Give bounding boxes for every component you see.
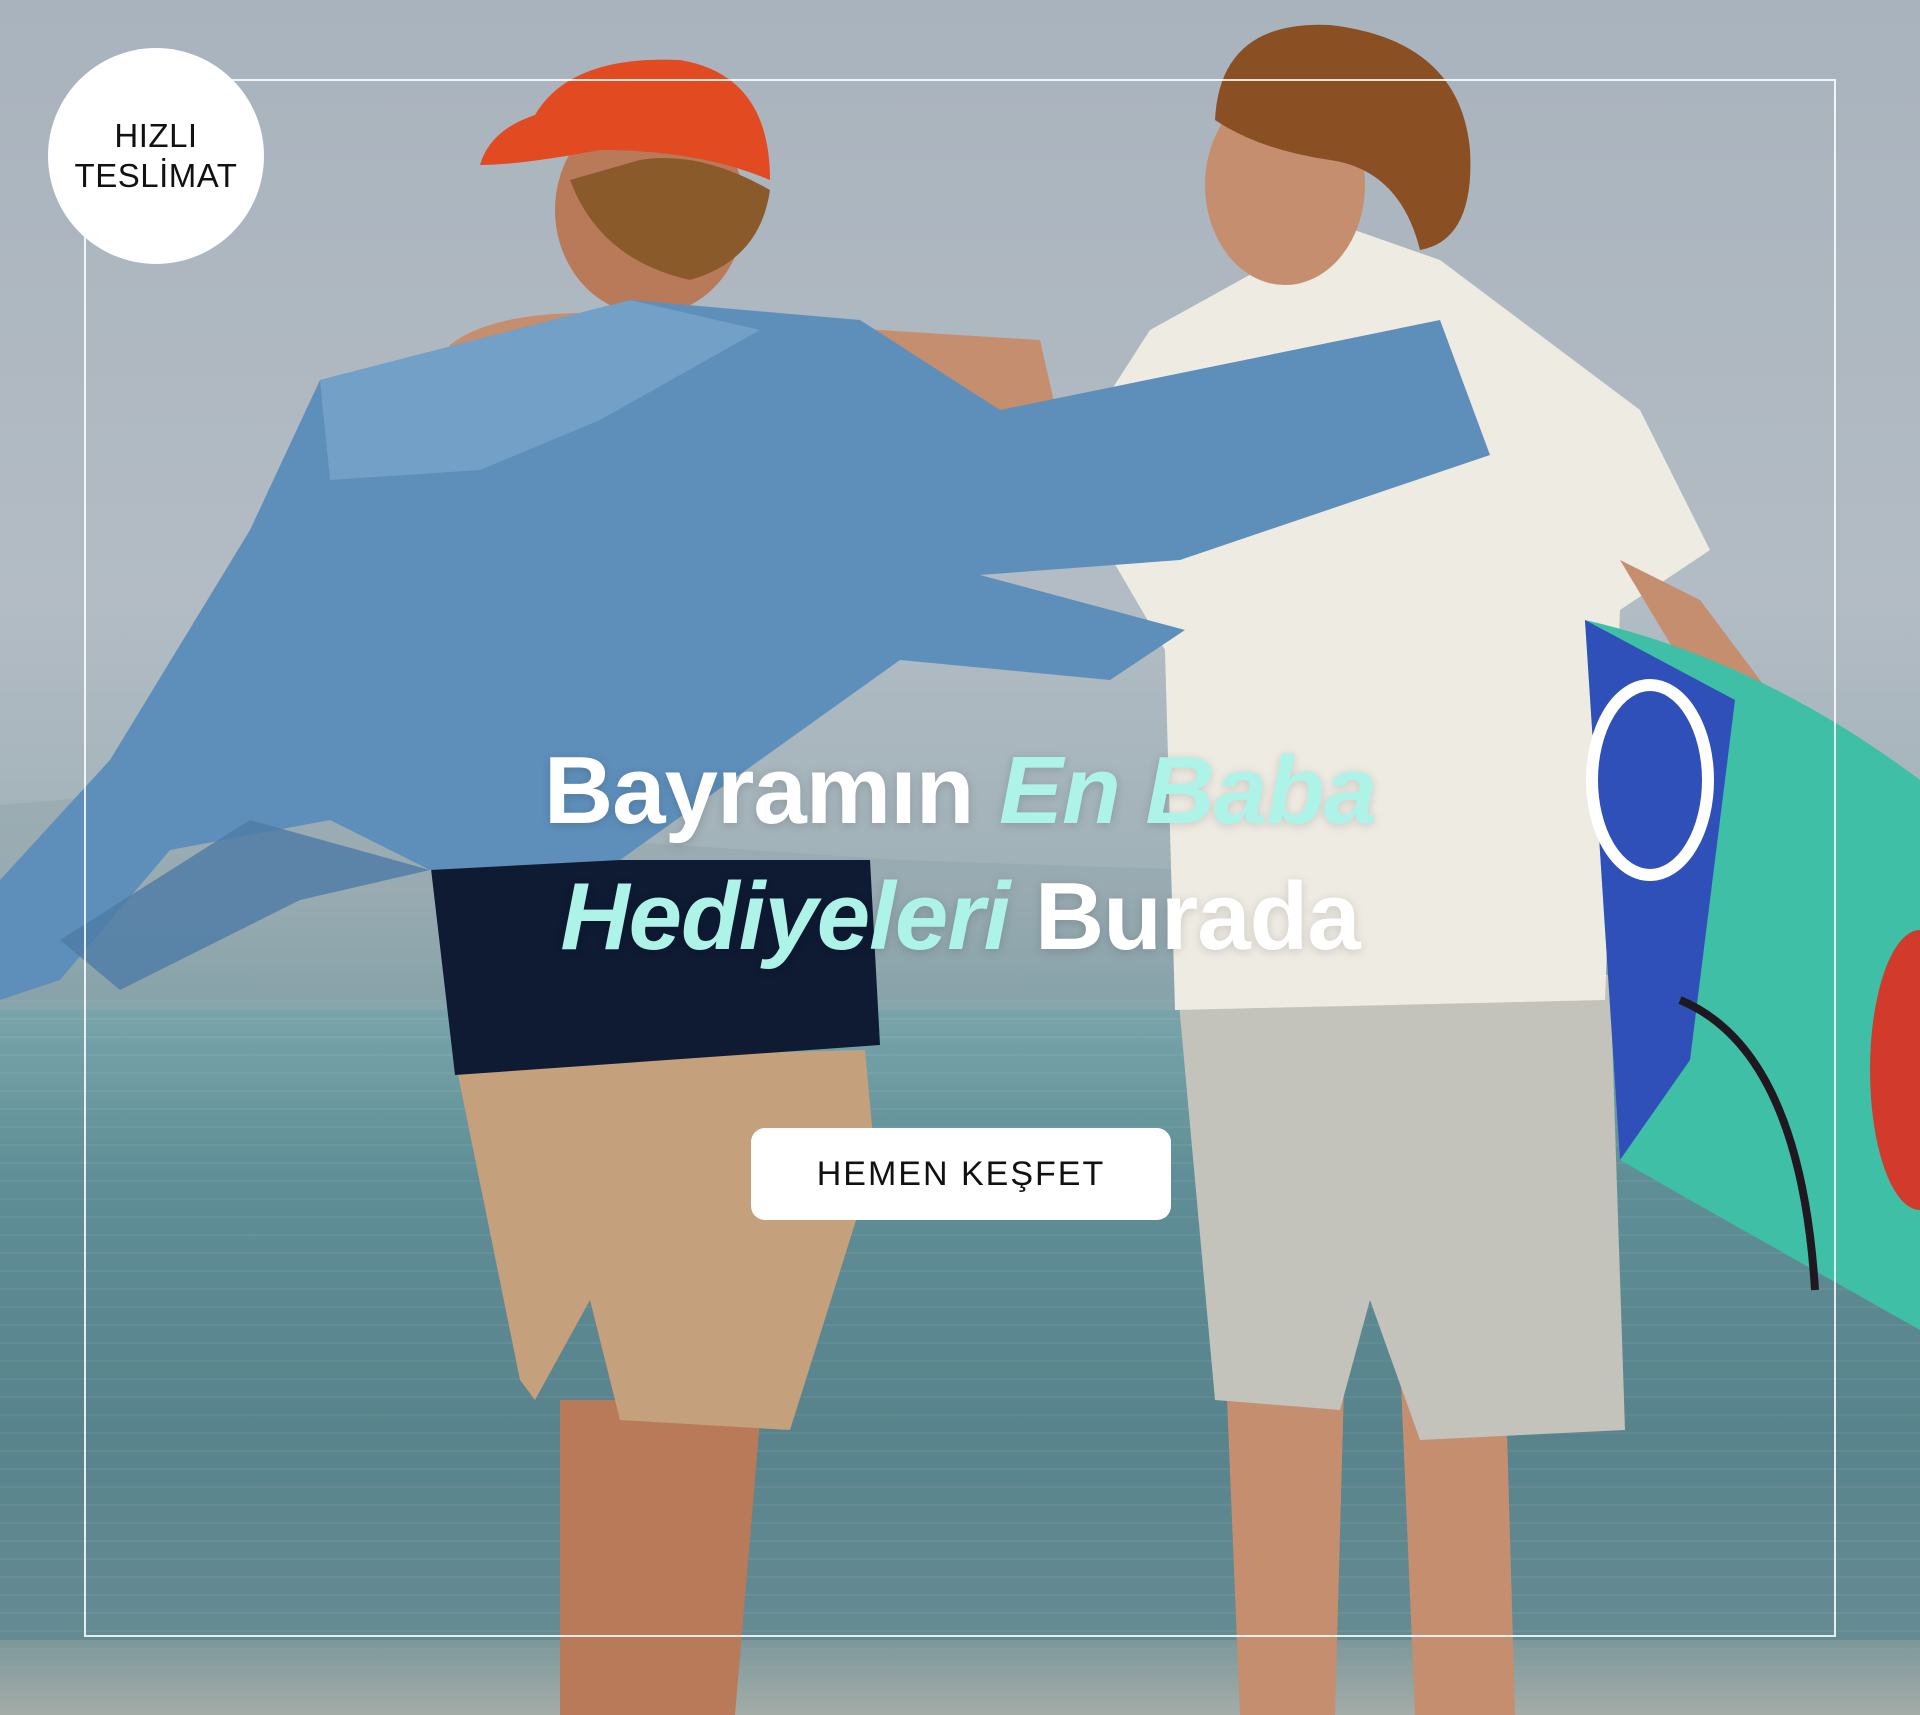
badge-line-2: TESLİMAT — [74, 157, 238, 194]
hero-headline: Bayramın En Baba Hediyeleri Burada — [0, 728, 1920, 980]
man-left-leg-right — [660, 1410, 760, 1715]
man-right-shorts — [1175, 960, 1625, 1440]
headline-line-1: Bayramın En Baba — [0, 728, 1920, 854]
hero-banner[interactable]: HIZLI TESLİMAT Bayramın En Baba Hediyele… — [0, 0, 1920, 1715]
headline-line-1-accent: En Baba — [999, 737, 1377, 844]
headline-line-2: Hediyeleri Burada — [0, 854, 1920, 980]
headline-line-1-plain: Bayramın — [543, 737, 1000, 844]
headline-line-2-plain: Burada — [1009, 863, 1361, 970]
badge-line-1: HIZLI — [114, 117, 198, 154]
headline-line-2-accent: Hediyeleri — [560, 863, 1010, 970]
discover-now-button[interactable]: HEMEN KEŞFET — [751, 1128, 1171, 1220]
fast-delivery-badge: HIZLI TESLİMAT — [48, 48, 264, 264]
man-left-shorts — [455, 1050, 875, 1430]
